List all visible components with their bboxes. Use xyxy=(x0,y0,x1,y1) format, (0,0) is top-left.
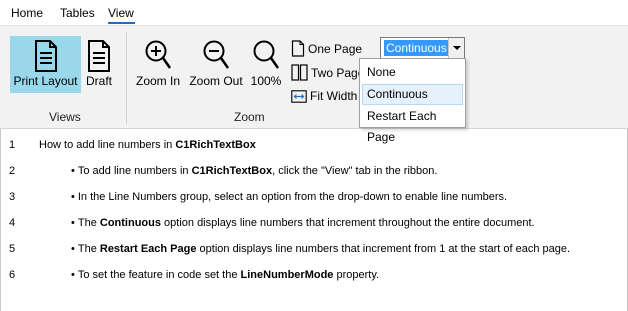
line-numbers-dropdown: None Continuous Restart Each Page xyxy=(359,58,466,144)
bullet: • xyxy=(71,217,75,229)
line-number: 2 xyxy=(9,165,16,177)
print-layout-label: Print Layout xyxy=(13,74,78,88)
magnifier-icon xyxy=(253,40,280,69)
bullet: • xyxy=(71,243,75,255)
document-line: 1 How to add line numbers in C1RichTextB… xyxy=(1,136,628,154)
line-number: 4 xyxy=(9,217,16,229)
line-number: 1 xyxy=(9,139,16,151)
line-text: • To add line numbers in C1RichTextBox, c… xyxy=(71,165,438,177)
one-page-button[interactable]: One Page xyxy=(291,40,362,57)
zoom-out-label: Zoom Out xyxy=(189,74,243,88)
document-area[interactable]: 1 How to add line numbers in C1RichTextB… xyxy=(0,129,628,311)
document-line: 4 • The Continuous option displays line n… xyxy=(1,214,628,232)
dropdown-option-restart-each-page[interactable]: Restart Each Page xyxy=(362,106,463,144)
document-line: 2 • To add line numbers in C1RichTextBox,… xyxy=(1,162,628,180)
document-icon xyxy=(88,40,110,72)
line-text: • The Continuous option displays line num… xyxy=(71,217,535,229)
ribbon-tab-strip: Home Tables View xyxy=(0,0,628,25)
document-icon xyxy=(34,40,57,72)
dropdown-option-none[interactable]: None xyxy=(362,62,463,83)
fit-width-button[interactable]: Fit Width xyxy=(291,89,357,103)
line-number: 6 xyxy=(9,269,16,281)
zoom-in-icon xyxy=(145,40,172,69)
ribbon: Print Layout Draft Views Zoom In Zoom Ou… xyxy=(0,25,628,129)
chevron-down-icon[interactable] xyxy=(448,38,464,58)
zoom-out-button[interactable]: Zoom Out xyxy=(186,36,246,93)
views-group-label: Views xyxy=(49,110,81,124)
draft-label: Draft xyxy=(85,74,112,88)
document-line: 6 • To set the feature in code set the Li… xyxy=(1,266,628,284)
group-separator xyxy=(126,32,127,124)
zoom-out-icon xyxy=(203,40,230,69)
zoom-in-button[interactable]: Zoom In xyxy=(134,36,182,93)
document-line: 5 • The Restart Each Page option displays… xyxy=(1,240,628,258)
line-text: • To set the feature in code set the Line… xyxy=(71,269,380,281)
line-number: 5 xyxy=(9,243,16,255)
zoom-100-label: 100% xyxy=(250,74,282,88)
line-text: • In the Line Numbers group, select an op… xyxy=(71,191,508,203)
document-line: 3 • In the Line Numbers group, select an … xyxy=(1,188,628,206)
print-layout-button[interactable]: Print Layout xyxy=(10,36,81,93)
fit-width-label: Fit Width xyxy=(310,89,358,103)
two-pages-icon xyxy=(291,64,308,81)
bullet: • xyxy=(71,191,75,203)
draft-button[interactable]: Draft xyxy=(83,36,115,93)
tab-tables[interactable]: Tables xyxy=(60,6,95,20)
line-text: How to add line numbers in C1RichTextBox xyxy=(39,139,256,151)
line-numbers-combo[interactable]: Continuous xyxy=(380,37,465,59)
bullet: • xyxy=(71,269,75,281)
one-page-label: One Page xyxy=(308,41,363,56)
dropdown-option-continuous[interactable]: Continuous xyxy=(362,84,463,105)
line-number: 3 xyxy=(9,191,16,203)
fit-width-icon xyxy=(291,89,307,103)
tab-view[interactable]: View xyxy=(108,6,134,20)
zoom-in-label: Zoom In xyxy=(135,74,180,88)
line-numbers-combo-value: Continuous xyxy=(384,40,449,56)
tab-home[interactable]: Home xyxy=(11,6,43,20)
line-text: • The Restart Each Page option displays l… xyxy=(71,243,571,255)
zoom-group-label: Zoom xyxy=(234,110,265,124)
zoom-100-button[interactable]: 100% xyxy=(249,36,283,93)
active-tab-indicator xyxy=(108,22,135,24)
one-page-icon xyxy=(291,40,305,57)
bullet: • xyxy=(71,165,75,177)
